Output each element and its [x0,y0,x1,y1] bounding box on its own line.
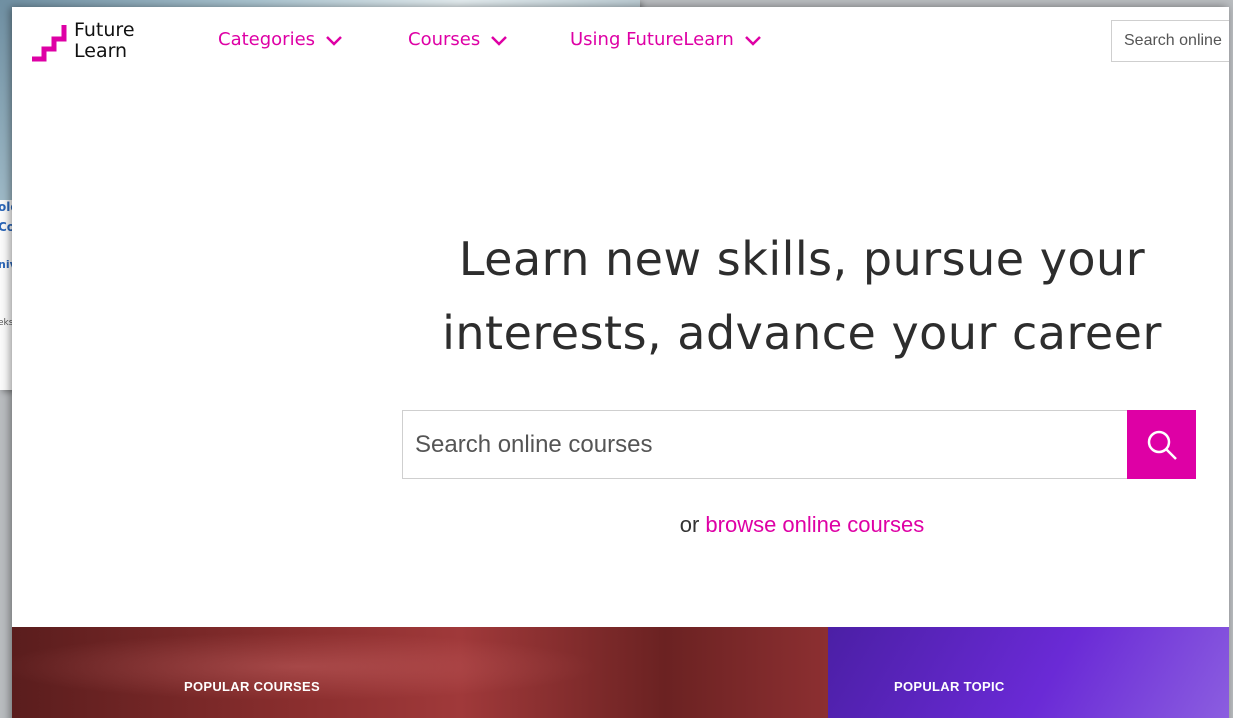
nav-search-input[interactable]: Search online [1111,20,1229,62]
popular-topic-banner[interactable]: POPULAR TOPIC [828,627,1229,726]
logo-mark-icon [32,25,67,62]
course-search-input[interactable]: Search online courses [402,410,1128,479]
bottom-strip [0,718,1233,726]
popular-courses-label: POPULAR COURSES [184,679,320,694]
search-button[interactable] [1127,410,1196,479]
popular-courses-banner[interactable]: POPULAR COURSES [12,627,828,726]
popular-topic-label: POPULAR TOPIC [894,679,1005,694]
course-search-placeholder: Search online courses [415,430,653,458]
nav-label: Courses [408,29,481,50]
top-navbar: Future Learn Categories Courses Using Fu… [12,7,1229,79]
browse-courses-link[interactable]: browse online courses [705,512,924,537]
futurelearn-logo[interactable]: Future Learn [30,17,135,65]
nav-courses[interactable]: Courses [408,29,508,50]
logo-text-line: Learn [74,40,128,62]
or-text: or [679,512,700,537]
hero-title-line: Learn new skills, pursue your [458,232,1146,286]
hero-title: Learn new skills, pursue your interests,… [402,222,1202,370]
hero-title-line: interests, advance your career [442,306,1162,360]
chevron-down-icon [744,35,761,46]
nav-categories[interactable]: Categories [218,29,343,50]
logo-text: Future Learn [74,20,135,62]
nav-search-placeholder: Search online [1124,32,1222,49]
logo-text-line: Future [74,19,135,41]
search-icon [1147,430,1177,460]
main-browser-window: Future Learn Categories Courses Using Fu… [12,7,1229,726]
chevron-down-icon [326,35,342,46]
nav-using-futurelearn[interactable]: Using FutureLearn [570,29,762,50]
nav-label: Categories [218,29,316,50]
nav-label: Using FutureLearn [570,29,734,50]
browse-line: or browse online courses [402,512,1202,538]
chevron-down-icon [491,35,508,46]
